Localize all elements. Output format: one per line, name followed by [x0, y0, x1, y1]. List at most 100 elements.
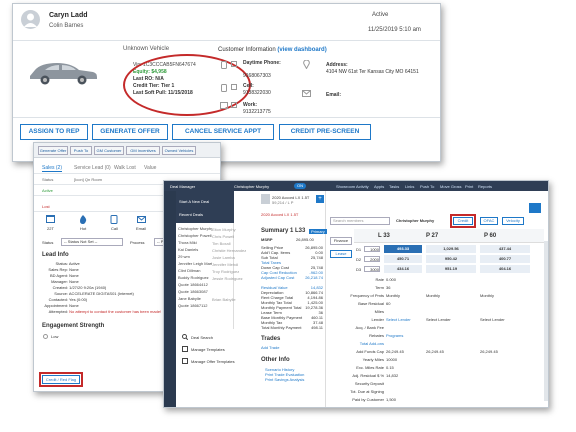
field-value[interactable]: Programs: [386, 333, 422, 341]
field-value[interactable]: Monthly: [386, 293, 422, 301]
col2-frequency[interactable]: Monthly: [426, 293, 440, 298]
payment-cell[interactable]: 951.19: [426, 265, 476, 273]
payment-cell[interactable]: 400.77: [480, 255, 530, 263]
push-to-tab[interactable]: Push To: [70, 146, 92, 155]
field-value[interactable]: [386, 325, 422, 333]
recent-deal-row[interactable]: 29 wm Josie Lamba: [178, 254, 258, 261]
recent-deal-row[interactable]: Christopher MurphyElton Murphy: [178, 226, 258, 233]
topbar-menu-links[interactable]: Links: [405, 184, 414, 189]
recent-deal-row[interactable]: Quote 18663087: [178, 289, 258, 296]
toggle-on[interactable]: ON: [294, 183, 306, 189]
velocity-button[interactable]: Velocity: [502, 217, 524, 225]
col2-lender[interactable]: Select Lender: [426, 317, 451, 322]
field-value[interactable]: 10000: [386, 357, 422, 365]
cancel-service-appt-button[interactable]: CANCEL SERVICE APPT: [172, 124, 274, 140]
email-icon[interactable]: [137, 216, 146, 223]
status-active[interactable]: Active: [42, 188, 53, 193]
nav-manage-templates[interactable]: Manage Templates: [191, 347, 225, 352]
topbar-menu-move-gross[interactable]: Move Gross: [440, 184, 462, 189]
flame-icon[interactable]: [79, 215, 87, 224]
generate-offer-button[interactable]: GENERATE OFFER: [92, 124, 168, 140]
field-value[interactable]: Select Lender: [386, 317, 422, 325]
topbar-menu-showroom[interactable]: Showroom Activity: [336, 184, 369, 189]
payment-cell[interactable]: 437.44: [480, 245, 530, 253]
field-value[interactable]: 14,832: [386, 373, 422, 381]
finance-tab[interactable]: Finance: [330, 237, 352, 245]
payment-cell[interactable]: 493.33: [384, 245, 422, 253]
gm-incentives-tab[interactable]: GM Incentives: [126, 146, 160, 155]
status-lost[interactable]: Lost: [42, 204, 50, 209]
view-dashboard-link[interactable]: (view dashboard): [277, 47, 326, 53]
field-value[interactable]: 1,500: [386, 397, 422, 405]
expand-icon[interactable]: [529, 203, 541, 213]
daytime-checkbox[interactable]: [231, 61, 237, 67]
deal-scrollbar[interactable]: [544, 241, 548, 401]
payment-cell[interactable]: 404.16: [480, 265, 530, 273]
grid-col-p60[interactable]: P 60: [484, 233, 496, 240]
topbar-menu-appts[interactable]: Appts: [374, 184, 384, 189]
member-search-input[interactable]: Search members: [330, 217, 390, 225]
generate-offer-tab[interactable]: Generate Offer: [38, 146, 68, 155]
summary-key[interactable]: Adjusted Cap Cost: [261, 275, 294, 280]
phone-call-icon[interactable]: [110, 215, 118, 224]
ofac-button[interactable]: OFAC: [480, 217, 498, 225]
payment-cell[interactable]: 450.71: [384, 255, 422, 263]
daytime-phone[interactable]: 9168067303: [243, 73, 271, 79]
grid-col-l33[interactable]: L 33: [378, 233, 390, 240]
topbar-menu-tasks[interactable]: Tasks: [389, 184, 399, 189]
add-vehicle-icon[interactable]: +: [316, 195, 324, 203]
field-value[interactable]: [386, 309, 422, 317]
down-input-3[interactable]: 3000: [364, 266, 380, 272]
topbar-menu-reports[interactable]: Reports: [478, 184, 492, 189]
work-checkbox[interactable]: [231, 102, 237, 108]
recent-deal-row[interactable]: Thora Miki Tim Boxall: [178, 240, 258, 247]
lease-tab[interactable]: Lease: [330, 250, 352, 258]
add-trade-link[interactable]: Add Trade: [261, 345, 279, 350]
cell-checkbox[interactable]: [231, 84, 237, 90]
cell-phone[interactable]: 9138322030: [243, 90, 271, 96]
work-phone[interactable]: 9132213775: [243, 109, 271, 115]
field-value[interactable]: [386, 381, 422, 389]
nav-manage-offer-templates[interactable]: Manage Offer Templates: [191, 359, 235, 364]
tab-value[interactable]: Value: [144, 165, 156, 171]
recent-deal-row[interactable]: Quote 18664412: [178, 282, 258, 289]
grid-col-p27[interactable]: P 27: [426, 233, 438, 240]
field-value[interactable]: [386, 389, 422, 397]
assign-to-rep-button[interactable]: ASSIGN TO REP: [20, 124, 88, 140]
topbar-menu-push-to[interactable]: Push To: [420, 184, 434, 189]
engagement-radio[interactable]: [43, 334, 48, 339]
field-value[interactable]: 26,249.45: [386, 349, 422, 357]
payment-cell[interactable]: 1,029.56: [426, 245, 476, 253]
field-value[interactable]: 36: [386, 285, 422, 293]
tab-sales[interactable]: Sales (2): [42, 165, 63, 172]
gm-customer-tab[interactable]: GM Customer: [94, 146, 124, 155]
recent-deal-row[interactable]: Clint Dillman Troy Rodriguez: [178, 268, 258, 275]
field-value[interactable]: 0.15: [386, 365, 422, 373]
field-value[interactable]: [386, 341, 422, 349]
down-input-1[interactable]: 1000: [364, 246, 380, 252]
field-value[interactable]: 0.000: [386, 277, 422, 285]
tab-service-lead[interactable]: Service Lead (0): [74, 165, 111, 171]
field-value[interactable]: 60: [386, 301, 422, 309]
nav-deal-search[interactable]: Deal Search: [191, 335, 213, 340]
payment-cell[interactable]: 950.42: [426, 255, 476, 263]
payment-cell[interactable]: 434.16: [384, 265, 422, 273]
status-select[interactable]: -- Status Not Set --: [61, 238, 123, 246]
recent-deal-row[interactable]: Quote 18667112: [178, 303, 258, 310]
owned-vehicles-tab[interactable]: Owned Vehicles: [162, 146, 196, 155]
customer-avatar[interactable]: [21, 10, 40, 29]
col3-frequency[interactable]: Monthly: [480, 293, 494, 298]
recent-deal-row[interactable]: Jane Babylle Brian Babylle: [178, 296, 258, 303]
start-new-deal[interactable]: Start A New Deal: [179, 199, 209, 204]
recent-deal-row[interactable]: Buddy Rodriguez Jessie Rodriguez: [178, 275, 258, 282]
recent-deal-row[interactable]: Kai Daniels Christie Hernandez: [178, 247, 258, 254]
down-input-2[interactable]: 2000: [364, 256, 380, 262]
recent-deal-row[interactable]: Jennifer Leigh MartinJennifer Mehdi: [178, 261, 258, 268]
customer-name[interactable]: Caryn Ladd: [49, 12, 88, 20]
credit-pre-screen-button[interactable]: CREDIT PRE-SCREEN: [279, 124, 371, 140]
recent-deal-row[interactable]: Christopher PowellChris Powell: [178, 233, 258, 240]
tab-walk-lost[interactable]: Walk Lost: [114, 165, 136, 171]
col3-lender[interactable]: Select Lender: [480, 317, 505, 322]
calendar-icon[interactable]: [46, 215, 55, 223]
other-link-savings[interactable]: Print Savings Analysis: [265, 377, 304, 382]
